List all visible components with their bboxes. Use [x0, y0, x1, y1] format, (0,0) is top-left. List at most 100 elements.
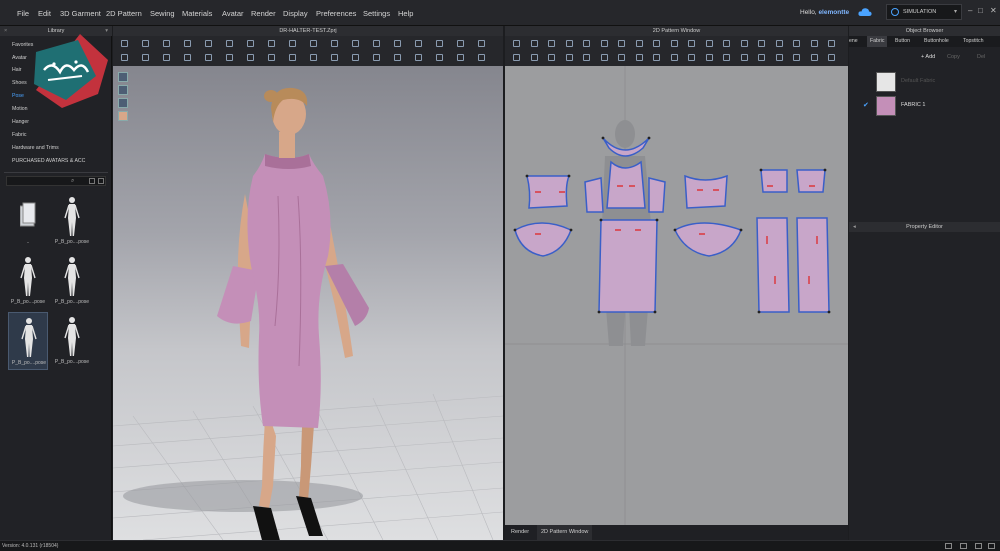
- tab-topstitch[interactable]: Topstitch: [963, 36, 983, 47]
- 3d-tool-icon[interactable]: [331, 54, 338, 61]
- view-cube-icon[interactable]: [118, 72, 128, 82]
- 3d-tool-icon[interactable]: [415, 40, 422, 47]
- tab-scene[interactable]: ene: [849, 36, 858, 47]
- 3d-tool-icon[interactable]: [121, 40, 128, 47]
- 3d-tool-icon[interactable]: [457, 54, 464, 61]
- pose-thumbnail[interactable]: P_B_po....pose: [52, 252, 92, 310]
- 3d-tool-icon[interactable]: [289, 40, 296, 47]
- simulation-dropdown[interactable]: SIMULATION ▾: [886, 4, 962, 20]
- screenshot-icon[interactable]: [945, 543, 952, 549]
- 2d-tool-icon[interactable]: [688, 40, 695, 47]
- 2d-tool-icon[interactable]: [600, 40, 608, 47]
- menu-preferences[interactable]: Preferences: [316, 0, 356, 26]
- 2d-tool-icon[interactable]: [670, 40, 678, 47]
- tab-button[interactable]: Button: [895, 36, 910, 47]
- 3d-tool-icon[interactable]: [184, 54, 191, 61]
- 2d-tool-icon[interactable]: [723, 54, 730, 61]
- 3d-tool-icon[interactable]: [163, 54, 170, 61]
- 2d-tool-icon[interactable]: [688, 54, 695, 61]
- 2d-tool-icon[interactable]: [653, 54, 660, 61]
- 2d-tool-icon[interactable]: [705, 54, 713, 61]
- 2d-tool-icon[interactable]: [618, 54, 625, 61]
- 2d-tool-icon[interactable]: [793, 40, 800, 47]
- 3d-tool-icon[interactable]: [247, 40, 254, 47]
- fullscreen-icon[interactable]: [988, 543, 995, 549]
- copy-fabric-button[interactable]: Copy: [947, 54, 960, 60]
- delete-fabric-button[interactable]: Del: [977, 54, 985, 60]
- 2d-tool-icon[interactable]: [530, 54, 538, 61]
- 3d-tool-icon[interactable]: [268, 40, 275, 47]
- pose-thumbnail[interactable]: P_B_po....pose: [52, 192, 92, 250]
- user-name[interactable]: elemontte: [818, 9, 849, 16]
- 3d-tool-icon[interactable]: [247, 54, 254, 61]
- 2d-tool-icon[interactable]: [548, 40, 555, 47]
- search-icon[interactable]: ⌕: [71, 178, 74, 185]
- 3d-tool-icon[interactable]: [394, 40, 401, 47]
- cloud-icon[interactable]: [858, 6, 872, 18]
- menu-3d-garment[interactable]: 3D Garment: [60, 0, 101, 26]
- 3d-tool-icon[interactable]: [478, 40, 485, 47]
- pose-thumbnail[interactable]: P_B_po....pose: [52, 312, 92, 370]
- list-view-icon[interactable]: [98, 178, 104, 184]
- 2d-tool-icon[interactable]: [705, 40, 713, 47]
- menu-edit[interactable]: Edit: [38, 0, 51, 26]
- 3d-tool-icon[interactable]: [184, 40, 191, 47]
- 3d-tool-icon[interactable]: [163, 40, 170, 47]
- tab-2d-pattern-window[interactable]: 2D Pattern Window: [537, 525, 593, 540]
- 2d-tool-icon[interactable]: [775, 54, 783, 61]
- pose-thumbnail[interactable]: P_B_po....pose: [8, 252, 48, 310]
- add-fabric-button[interactable]: + Add: [921, 54, 935, 60]
- 3d-tool-icon[interactable]: [226, 40, 233, 47]
- 3d-tool-icon[interactable]: [352, 40, 359, 47]
- library-item-hanger[interactable]: Hanger: [12, 119, 29, 125]
- 3d-tool-icon[interactable]: [373, 54, 380, 61]
- 2d-tool-icon[interactable]: [618, 40, 625, 47]
- tab-buttonhole[interactable]: Buttonhole: [924, 36, 949, 47]
- 3d-tool-icon[interactable]: [310, 54, 317, 61]
- 3d-viewport[interactable]: [113, 66, 503, 540]
- 3d-tool-icon[interactable]: [310, 40, 317, 47]
- grid-view-icon[interactable]: [89, 178, 95, 184]
- pose-thumbnail[interactable]: P_B_po....pose: [8, 312, 48, 370]
- menu-display[interactable]: Display: [283, 0, 308, 26]
- 3d-tool-icon[interactable]: [268, 54, 275, 61]
- 3d-tool-icon[interactable]: [457, 40, 464, 47]
- 3d-tool-icon[interactable]: [289, 54, 296, 61]
- library-search-bar[interactable]: ⌕: [6, 176, 106, 186]
- 3d-tool-icon[interactable]: [205, 40, 212, 47]
- maximize-icon[interactable]: □: [978, 6, 983, 15]
- 3d-tool-icon[interactable]: [436, 54, 443, 61]
- menu-materials[interactable]: Materials: [182, 0, 212, 26]
- 2d-tool-icon[interactable]: [548, 54, 555, 61]
- menu-help[interactable]: Help: [398, 0, 413, 26]
- 2d-tool-icon[interactable]: [635, 54, 643, 61]
- collapse-icon[interactable]: ◂: [853, 222, 856, 232]
- 3d-tool-icon[interactable]: [205, 54, 212, 61]
- 3d-tool-icon[interactable]: [394, 54, 401, 61]
- 2d-pattern-canvas[interactable]: [505, 66, 848, 525]
- menu-sewing[interactable]: Sewing: [150, 0, 175, 26]
- 2d-tool-icon[interactable]: [758, 40, 765, 47]
- 2d-tool-icon[interactable]: [775, 40, 783, 47]
- 2d-tool-icon[interactable]: [758, 54, 765, 61]
- 2d-tool-icon[interactable]: [583, 40, 590, 47]
- menu-render[interactable]: Render: [251, 0, 276, 26]
- 3d-tool-icon[interactable]: [142, 40, 149, 47]
- fabric-list-item[interactable]: ✔ FABRIC 1: [849, 92, 1000, 120]
- menu-avatar[interactable]: Avatar: [222, 0, 244, 26]
- 2d-tool-icon[interactable]: [810, 54, 818, 61]
- avatar-toggle-icon[interactable]: [118, 85, 128, 95]
- tab-fabric[interactable]: Fabric: [867, 36, 888, 47]
- 2d-tool-icon[interactable]: [635, 40, 643, 47]
- 3d-tool-icon[interactable]: [415, 54, 422, 61]
- 2d-tool-icon[interactable]: [583, 54, 590, 61]
- library-item-purchased-avatars-acc[interactable]: PURCHASED AVATARS & ACC: [12, 158, 85, 164]
- library-item-pose[interactable]: Pose: [12, 93, 24, 99]
- avatar-face-icon[interactable]: [118, 111, 128, 121]
- 2d-tool-icon[interactable]: [565, 40, 573, 47]
- 2d-tool-icon[interactable]: [513, 40, 520, 47]
- tab-render[interactable]: Render: [507, 525, 533, 540]
- 2d-tool-icon[interactable]: [810, 40, 818, 47]
- layout-icon[interactable]: [975, 543, 982, 549]
- video-icon[interactable]: [960, 543, 967, 549]
